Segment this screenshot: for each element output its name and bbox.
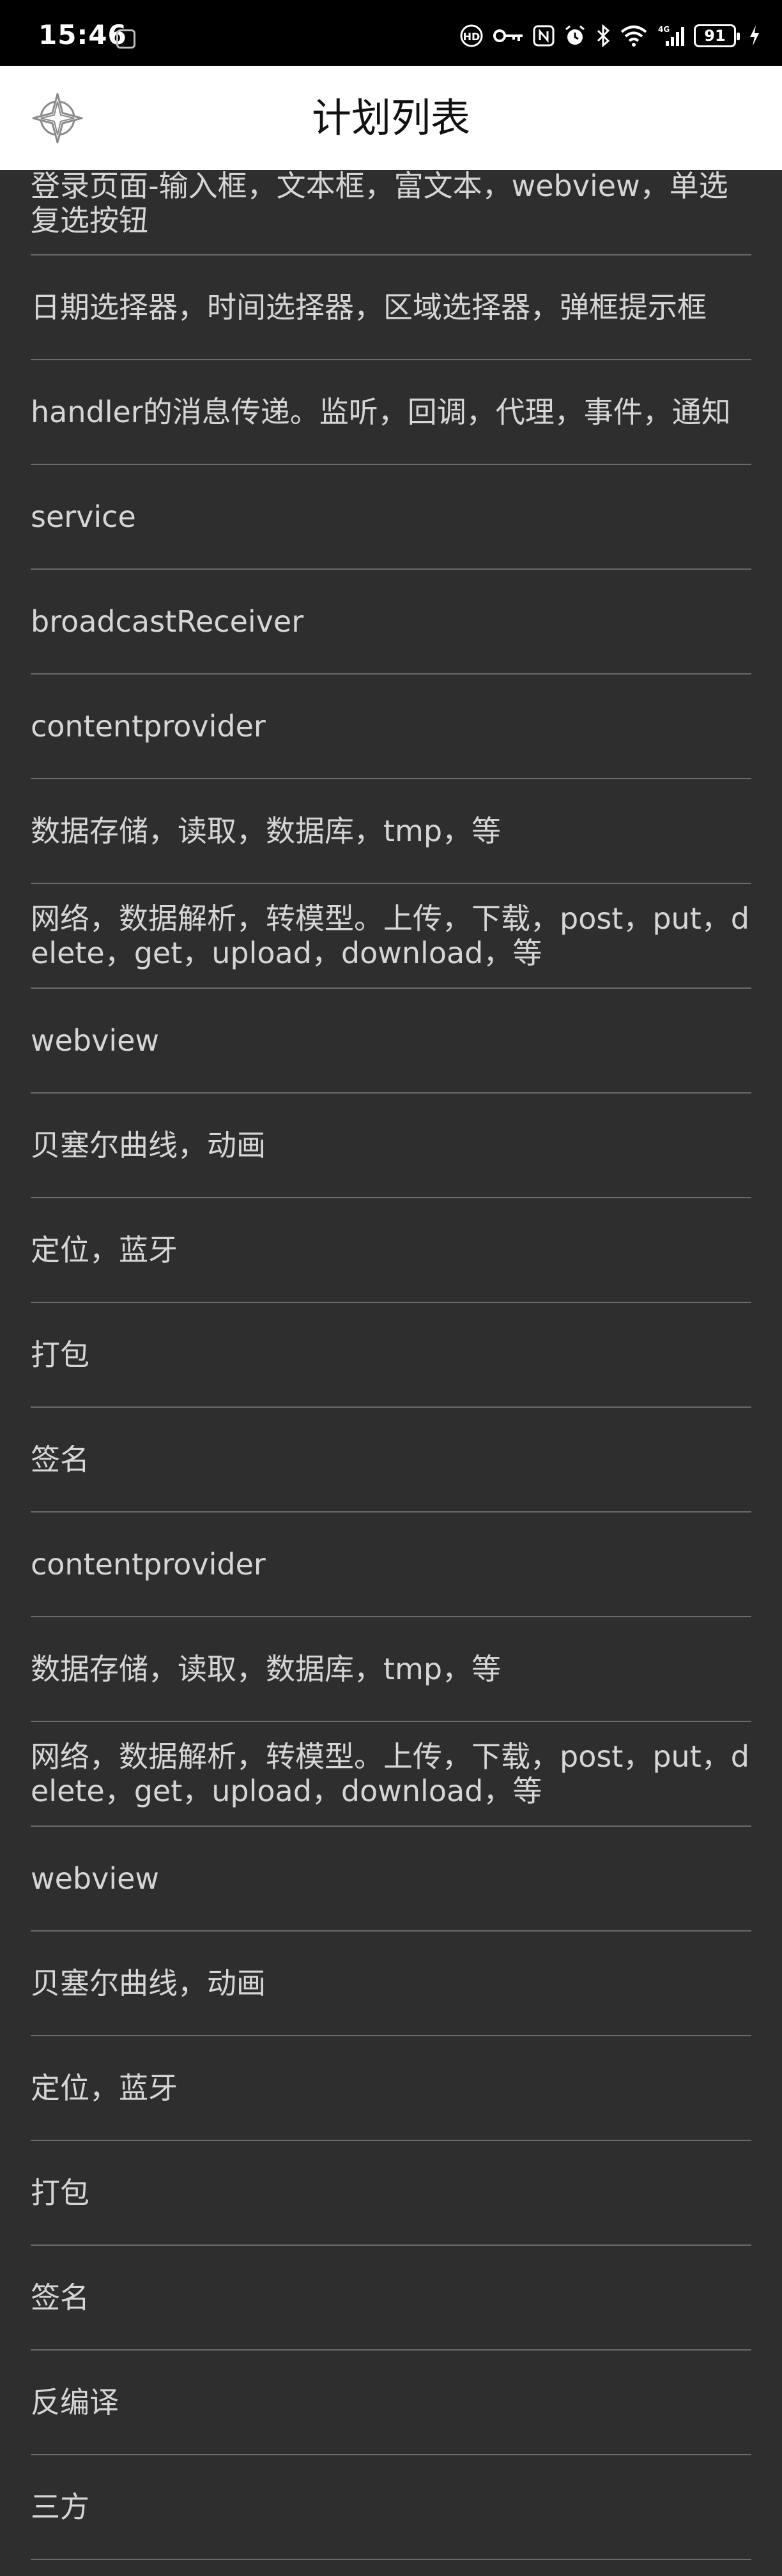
battery-level: 91 — [704, 27, 726, 45]
list-item[interactable]: 定位，蓝牙 — [31, 2036, 751, 2141]
wifi-icon — [620, 24, 648, 47]
list-item[interactable]: webview — [31, 1827, 751, 1932]
list-item[interactable]: broadcastReceiver — [31, 570, 751, 674]
list-item-label: broadcastReceiver — [31, 604, 304, 639]
signal-icon: 4G — [657, 24, 685, 47]
list-item[interactable]: service — [31, 465, 751, 570]
list-item-label: webview — [31, 1023, 160, 1058]
list-item[interactable]: 登录页面-输入框，文本框，富文本，webview，单选复选按钮 — [31, 169, 751, 255]
list-item[interactable]: 定位，蓝牙 — [31, 1198, 751, 1303]
list-item-label: 网络，数据解析，转模型。上传，下载，post，put，delete，get，up… — [31, 1739, 749, 1808]
list-item[interactable]: 签名 — [31, 2246, 751, 2351]
bluetooth-icon — [595, 24, 611, 47]
list-item[interactable]: 打包 — [31, 2141, 751, 2246]
list-item[interactable]: 数据存储，读取，数据库，tmp，等 — [31, 779, 751, 884]
svg-text:HD: HD — [463, 31, 480, 43]
list-item-label: 登录页面-输入框，文本框，富文本，webview，单选复选按钮 — [31, 169, 728, 238]
list-item-label: 数据存储，读取，数据库，tmp，等 — [31, 814, 502, 848]
hd-call-icon: HD — [459, 23, 484, 49]
list-item[interactable]: 数据存储，读取，数据库，tmp，等 — [31, 1617, 751, 1722]
battery-indicator: 91 — [694, 24, 740, 47]
compass-star-icon[interactable] — [31, 91, 84, 145]
status-time: 15:46 — [38, 19, 127, 50]
list-item-label: 打包 — [31, 2176, 89, 2210]
list-item-label: 网络，数据解析，转模型。上传，下载，post，put，delete，get，up… — [31, 901, 749, 970]
alarm-icon — [564, 24, 586, 47]
list-item-label: 贝塞尔曲线，动画 — [31, 1128, 266, 1162]
list-item-label: 反编译 — [31, 2385, 119, 2420]
status-bar: 15:46 HD 4G 91 — [0, 0, 782, 66]
notification-icon — [116, 29, 135, 49]
list-item[interactable]: 贝塞尔曲线，动画 — [31, 1932, 751, 2036]
list-item[interactable]: webview — [31, 989, 751, 1094]
list-item[interactable]: 三方 — [31, 2455, 751, 2560]
status-icons: HD 4G 91 — [459, 23, 760, 49]
key-icon — [493, 26, 524, 45]
list-item-label: handler的消息传递。监听，回调，代理，事件，通知 — [31, 395, 731, 429]
page-title: 计划列表 — [311, 95, 470, 141]
list-item-label: webview — [31, 1861, 160, 1896]
list-item[interactable]: 网络，数据解析，转模型。上传，下载，post，put，delete，get，up… — [31, 1722, 751, 1827]
list-item-label: contentprovider — [31, 709, 266, 743]
plan-list: 登录页面-输入框，文本框，富文本，webview，单选复选按钮日期选择器，时间选… — [0, 169, 782, 2560]
list-item[interactable]: contentprovider — [31, 674, 751, 779]
nfc-icon — [533, 25, 555, 47]
list-item-label: 签名 — [31, 2280, 89, 2315]
list-item[interactable]: handler的消息传递。监听，回调，代理，事件，通知 — [31, 360, 751, 465]
list-item-label: 签名 — [31, 1442, 89, 1477]
list-item-label: 贝塞尔曲线，动画 — [31, 1966, 266, 2001]
network-type-label: 4G — [658, 25, 670, 34]
list-item-label: 定位，蓝牙 — [31, 2071, 178, 2105]
app-bar: 计划列表 — [0, 66, 782, 170]
list-item[interactable]: 打包 — [31, 1303, 751, 1408]
list-item-label: 定位，蓝牙 — [31, 1233, 178, 1267]
charging-icon — [749, 25, 760, 47]
list-item-label: 数据存储，读取，数据库，tmp，等 — [31, 1652, 502, 1686]
list-item-label: 日期选择器，时间选择器，区域选择器，弹框提示框 — [31, 290, 707, 324]
list-item[interactable]: 签名 — [31, 1408, 751, 1513]
list-item-label: 三方 — [31, 2490, 89, 2524]
list-item-label: service — [31, 499, 136, 534]
list-item-label: 打包 — [31, 1338, 89, 1372]
list-item[interactable]: 网络，数据解析，转模型。上传，下载，post，put，delete，get，up… — [31, 884, 751, 989]
list-item[interactable]: contentprovider — [31, 1513, 751, 1617]
list-item[interactable]: 日期选择器，时间选择器，区域选择器，弹框提示框 — [31, 255, 751, 360]
list-item-label: contentprovider — [31, 1547, 266, 1581]
list-item[interactable]: 贝塞尔曲线，动画 — [31, 1094, 751, 1198]
list-item[interactable]: 反编译 — [31, 2351, 751, 2455]
